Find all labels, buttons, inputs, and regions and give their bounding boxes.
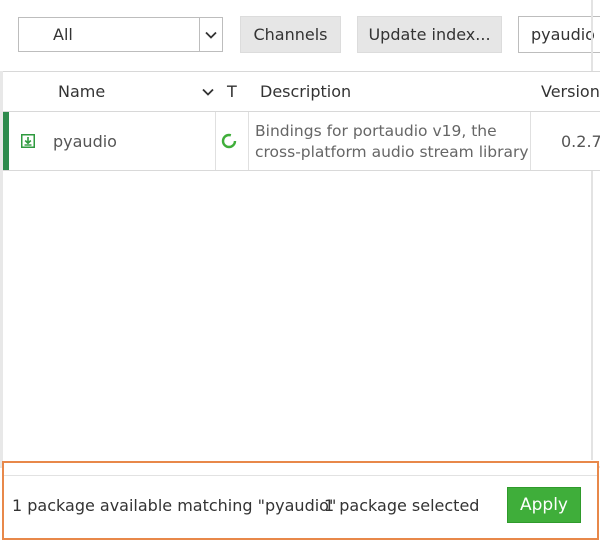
status-footer: 1 package available matching "pyaudio" 1… xyxy=(2,461,599,540)
column-divider xyxy=(215,112,216,170)
table-row[interactable]: pyaudio Bindings for portaudio v19, the … xyxy=(3,112,600,171)
column-header-description[interactable]: Description xyxy=(260,72,351,111)
column-header-type[interactable]: T xyxy=(227,72,243,111)
filter-dropdown[interactable]: All xyxy=(18,17,223,52)
selection-count: 1 package selected xyxy=(324,496,480,515)
footer-inner-divider xyxy=(4,475,597,476)
toolbar: All Channels Update index... xyxy=(0,0,600,70)
search-input[interactable] xyxy=(518,16,600,53)
package-description: Bindings for portaudio v19, the cross-pl… xyxy=(255,121,530,163)
install-arrow-icon[interactable] xyxy=(21,133,35,148)
column-header-version[interactable]: Version xyxy=(541,72,600,111)
update-index-button[interactable]: Update index... xyxy=(357,16,502,53)
column-divider xyxy=(530,112,531,170)
sort-chevron-icon[interactable] xyxy=(200,72,216,111)
channels-button[interactable]: Channels xyxy=(240,16,341,53)
package-version: 0.2.7 xyxy=(561,131,600,151)
description-line-1: Bindings for portaudio v19, the xyxy=(255,122,497,140)
apply-button[interactable]: Apply xyxy=(507,487,581,523)
row-selected-marker xyxy=(3,112,9,170)
filter-dropdown-value: All xyxy=(53,25,73,44)
table-header: Name T Description Version xyxy=(3,71,600,112)
description-line-2: cross-platform audio stream library xyxy=(255,143,529,161)
column-divider xyxy=(248,112,249,170)
package-name: pyaudio xyxy=(53,131,117,151)
match-summary: 1 package available matching "pyaudio" xyxy=(12,496,337,515)
scrollbar-track[interactable] xyxy=(591,0,593,460)
column-header-name[interactable]: Name xyxy=(58,72,218,111)
loading-spinner-icon xyxy=(221,133,237,149)
chevron-down-icon[interactable] xyxy=(199,18,222,51)
